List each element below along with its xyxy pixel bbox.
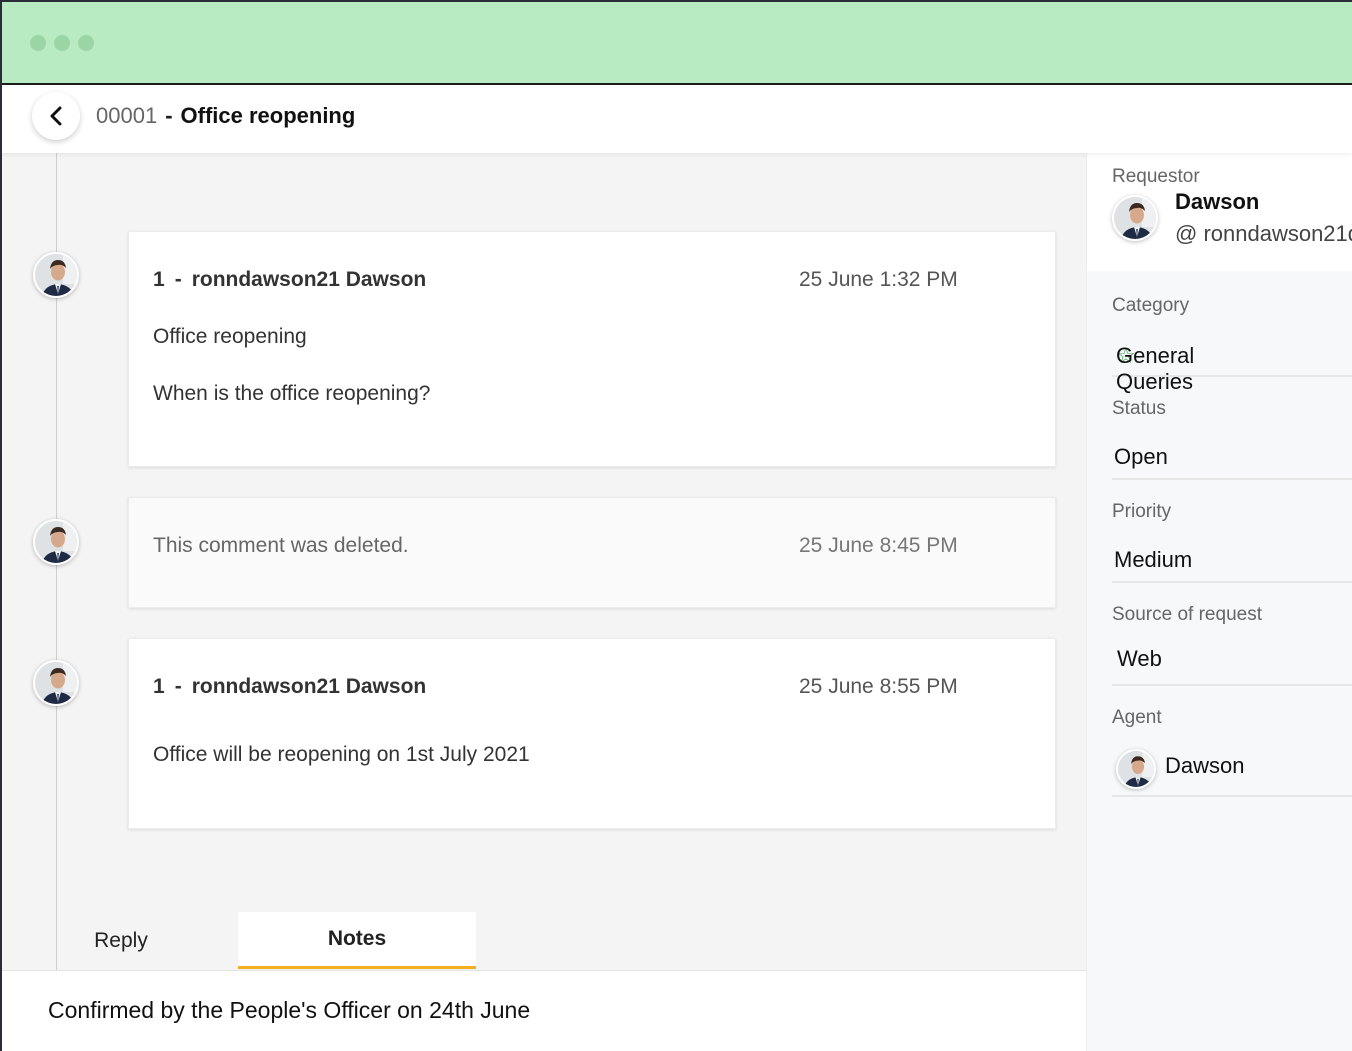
agent-avatar xyxy=(1116,749,1156,789)
agent-label: Agent xyxy=(1112,707,1162,728)
title-separator: - xyxy=(165,103,173,128)
comment-card: 1- ronndawson21 Dawson 25 June 1:32 PM Of… xyxy=(128,231,1056,467)
comment-subject: Office reopening xyxy=(153,325,307,348)
tab-notes[interactable]: Notes xyxy=(238,912,476,969)
category-label: Category xyxy=(1112,295,1190,316)
status-field[interactable]: Open xyxy=(1112,442,1352,480)
conversation-panel: 1- ronndawson21 Dawson 25 June 1:32 PM Of… xyxy=(2,153,1086,971)
note-text[interactable]: Confirmed by the People's Officer on 24t… xyxy=(48,997,530,1024)
comment-separator: - xyxy=(174,675,182,698)
deleted-comment-card: This comment was deleted. 25 June 8:45 P… xyxy=(128,497,1056,608)
source-label: Source of request xyxy=(1112,604,1262,625)
priority-field[interactable]: Medium xyxy=(1112,545,1352,583)
comment-card: 1- ronndawson21 Dawson 25 June 8:55 PM Of… xyxy=(128,638,1056,829)
ticket-details-sidebar: Requestor Dawson @ ronndawson21d Categor… xyxy=(1086,153,1352,1051)
comment-number: 1 xyxy=(153,675,165,698)
source-field[interactable]: Web xyxy=(1112,644,1352,686)
avatar xyxy=(33,660,79,706)
requestor-label: Requestor xyxy=(1112,166,1200,187)
page-title: 00001- Office reopening xyxy=(96,103,355,129)
ticket-subject: Office reopening xyxy=(180,103,356,128)
comment-author[interactable]: ronndawson21 Dawson xyxy=(192,268,427,291)
requestor-section: Requestor Dawson @ ronndawson21d xyxy=(1087,153,1352,271)
user-photo-icon xyxy=(1118,751,1154,787)
close-dot[interactable] xyxy=(30,35,46,51)
user-photo-icon xyxy=(35,521,77,563)
category-field[interactable]: ☆ General Queries xyxy=(1112,339,1352,394)
comment-header: 1- ronndawson21 Dawson xyxy=(153,268,426,292)
user-photo-icon xyxy=(35,662,77,704)
comment-timestamp: 25 June 8:55 PM xyxy=(799,675,958,698)
user-photo-icon xyxy=(35,254,77,296)
comment-body: When is the office reopening? xyxy=(153,382,431,405)
back-button[interactable] xyxy=(32,92,80,140)
comment-separator: - xyxy=(174,268,182,291)
comment-body: Office will be reopening on 1st July 202… xyxy=(153,743,530,766)
status-label: Status xyxy=(1112,398,1166,419)
comment-author[interactable]: ronndawson21 Dawson xyxy=(192,675,427,698)
app-window: 00001- Office reopening 1- ronndawson21 Da… xyxy=(0,0,1352,1051)
status-value: Open xyxy=(1114,444,1168,469)
tab-reply[interactable]: Reply xyxy=(62,912,180,969)
maximize-dot[interactable] xyxy=(78,35,94,51)
priority-value: Medium xyxy=(1114,547,1193,572)
notes-editor[interactable]: Confirmed by the People's Officer on 24t… xyxy=(2,971,1086,1051)
category-value: General Queries xyxy=(1116,343,1195,394)
requestor-name: Dawson xyxy=(1175,189,1260,214)
agent-field[interactable]: Dawson xyxy=(1112,747,1352,797)
user-photo-icon xyxy=(1114,197,1156,239)
ticket-header: 00001- Office reopening xyxy=(2,87,1352,153)
minimize-dot[interactable] xyxy=(54,35,70,51)
avatar xyxy=(33,519,79,565)
requestor-avatar xyxy=(1112,195,1158,241)
avatar xyxy=(33,252,79,298)
comment-header: 1- ronndawson21 Dawson xyxy=(153,675,426,699)
comment-timestamp: 25 June 8:45 PM xyxy=(799,534,958,557)
agent-name: Dawson xyxy=(1165,753,1245,778)
comment-number: 1 xyxy=(153,268,165,291)
chevron-left-icon xyxy=(50,106,62,126)
ticket-id: 00001 xyxy=(96,103,158,128)
source-value: Web xyxy=(1117,646,1162,671)
requestor-handle: @ ronndawson21d xyxy=(1175,221,1352,246)
title-bar xyxy=(2,2,1352,85)
comment-timestamp: 25 June 1:32 PM xyxy=(799,268,958,291)
deleted-comment-text: This comment was deleted. xyxy=(153,534,409,557)
compose-tabs: Reply Notes xyxy=(2,912,1086,971)
priority-label: Priority xyxy=(1112,501,1172,522)
